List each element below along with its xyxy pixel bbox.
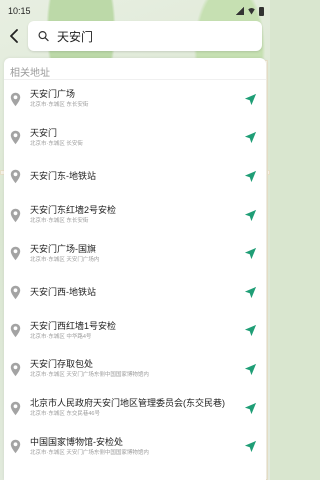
navigate-button[interactable] bbox=[240, 437, 260, 457]
item-address: 北京市·东城区 东长安街 bbox=[30, 218, 89, 225]
item-address: 北京市·东城区 长安街 bbox=[30, 140, 83, 147]
signal-icon bbox=[236, 7, 244, 15]
item-name: 中国国家博物馆-安检处 bbox=[30, 436, 123, 447]
navigate-button[interactable] bbox=[240, 398, 260, 418]
navigation-arrow-icon bbox=[244, 363, 256, 376]
location-pin-icon bbox=[8, 399, 22, 417]
item-text: 天安门广场-国旗 北京市·东城区 天安门广场内 bbox=[30, 243, 240, 265]
item-address: 北京市·东城区 天安门广场东侧中国国家博物馆内 bbox=[30, 449, 149, 456]
navigation-arrow-icon bbox=[244, 132, 256, 144]
navigation-arrow-icon bbox=[244, 170, 256, 183]
item-name: 天安门广场 bbox=[30, 89, 76, 100]
back-arrow-icon bbox=[10, 29, 18, 43]
location-pin-icon bbox=[8, 206, 22, 224]
item-text: 天安门西红墙1号安检 北京市·东城区 中华路4号 bbox=[30, 320, 240, 342]
item-text: 天安门东-地铁站 bbox=[30, 170, 240, 183]
wifi-icon bbox=[247, 7, 256, 15]
list-item[interactable]: 北京市人民政府天安门地区管理委员会(东交民巷) 北京市·东城区 东交民巷46号 bbox=[4, 389, 266, 428]
location-pin-icon bbox=[8, 322, 22, 340]
section-title: 相关地址 bbox=[4, 58, 266, 80]
status-time: 10:15 bbox=[8, 6, 31, 16]
item-text: 天安门广场 北京市·东城区 东长安街 bbox=[30, 88, 240, 110]
item-name: 天安门 bbox=[30, 127, 58, 138]
item-address: 北京市·东城区 天安门广场内 bbox=[30, 256, 100, 263]
navigation-arrow-icon bbox=[244, 93, 256, 105]
navigate-button[interactable] bbox=[240, 128, 260, 148]
navigation-arrow-icon bbox=[244, 325, 256, 337]
item-address: 北京市·东城区 天安门广场东侧中国国家博物馆内 bbox=[30, 372, 149, 379]
status-icons bbox=[236, 6, 264, 16]
item-name: 天安门存取包处 bbox=[30, 359, 94, 370]
navigation-arrow-icon bbox=[244, 286, 256, 298]
location-pin-icon bbox=[8, 129, 22, 147]
navigate-button[interactable] bbox=[240, 321, 260, 341]
search-field[interactable] bbox=[28, 21, 262, 51]
navigation-arrow-icon bbox=[244, 248, 256, 260]
navigate-button[interactable] bbox=[240, 244, 260, 264]
list-item[interactable]: 天安门广场 北京市·东城区 东长安街 bbox=[4, 80, 266, 119]
back-button[interactable] bbox=[6, 24, 22, 48]
item-text: 天安门 北京市·东城区 长安街 bbox=[30, 127, 240, 149]
results-panel: 相关地址 天安门广场 北京市·东城区 东长安街 天安门 北京市·东城区 长安街 … bbox=[4, 58, 266, 480]
location-pin-icon bbox=[8, 438, 22, 456]
navigate-button[interactable] bbox=[240, 89, 260, 109]
navigate-button[interactable] bbox=[240, 205, 260, 225]
location-pin-icon bbox=[8, 167, 22, 185]
search-bar bbox=[0, 18, 270, 54]
item-text: 天安门西-地铁站 bbox=[30, 286, 240, 299]
location-pin-icon bbox=[8, 245, 22, 263]
search-icon bbox=[38, 31, 49, 42]
status-bar: 10:15 bbox=[0, 0, 270, 18]
navigate-button[interactable] bbox=[240, 282, 260, 302]
list-item[interactable]: 天安门东红墙2号安检 北京市·东城区 东长安街 bbox=[4, 196, 266, 235]
item-text: 中国国家博物馆-安检处 北京市·东城区 天安门广场东侧中国国家博物馆内 bbox=[30, 436, 240, 458]
navigate-button[interactable] bbox=[240, 359, 260, 379]
item-name: 天安门西-地铁站 bbox=[30, 286, 96, 297]
item-name: 天安门西红墙1号安检 bbox=[30, 320, 117, 331]
item-text: 天安门存取包处 北京市·东城区 天安门广场东侧中国国家博物馆内 bbox=[30, 358, 240, 380]
list-item[interactable]: 天安门 北京市·东城区 长安街 bbox=[4, 119, 266, 158]
list-item[interactable]: 天安门西红墙1号安检 北京市·东城区 中华路4号 bbox=[4, 312, 266, 351]
list-item[interactable]: 天安门广场-国旗 北京市·东城区 天安门广场内 bbox=[4, 234, 266, 273]
item-address: 北京市·东城区 东交民巷46号 bbox=[30, 411, 100, 418]
item-text: 北京市人民政府天安门地区管理委员会(东交民巷) 北京市·东城区 东交民巷46号 bbox=[30, 397, 240, 419]
battery-icon bbox=[259, 6, 264, 16]
list-item[interactable]: 天安门西-地铁站 bbox=[4, 273, 266, 312]
item-name: 天安门广场-国旗 bbox=[30, 243, 96, 254]
item-name: 天安门东-地铁站 bbox=[30, 170, 96, 181]
item-name: 天安门东红墙2号安检 bbox=[30, 205, 117, 216]
search-input[interactable] bbox=[56, 29, 252, 43]
location-pin-icon bbox=[8, 360, 22, 378]
navigation-arrow-icon bbox=[244, 209, 256, 221]
item-address: 北京市·东城区 东长安街 bbox=[30, 102, 89, 109]
item-name: 北京市人民政府天安门地区管理委员会(东交民巷) bbox=[30, 398, 225, 409]
navigate-button[interactable] bbox=[240, 166, 260, 186]
navigation-arrow-icon bbox=[244, 441, 256, 453]
result-list: 天安门广场 北京市·东城区 东长安街 天安门 北京市·东城区 长安街 天安门东-… bbox=[4, 80, 266, 466]
list-item[interactable]: 天安门存取包处 北京市·东城区 天安门广场东侧中国国家博物馆内 bbox=[4, 350, 266, 389]
list-item[interactable]: 天安门东-地铁站 bbox=[4, 157, 266, 196]
item-address: 北京市·东城区 中华路4号 bbox=[30, 333, 92, 340]
list-item[interactable]: 中国国家博物馆-安检处 北京市·东城区 天安门广场东侧中国国家博物馆内 bbox=[4, 427, 266, 466]
location-pin-icon bbox=[8, 90, 22, 108]
location-pin-icon bbox=[8, 283, 22, 301]
navigation-arrow-icon bbox=[244, 402, 256, 414]
item-text: 天安门东红墙2号安检 北京市·东城区 东长安街 bbox=[30, 204, 240, 226]
